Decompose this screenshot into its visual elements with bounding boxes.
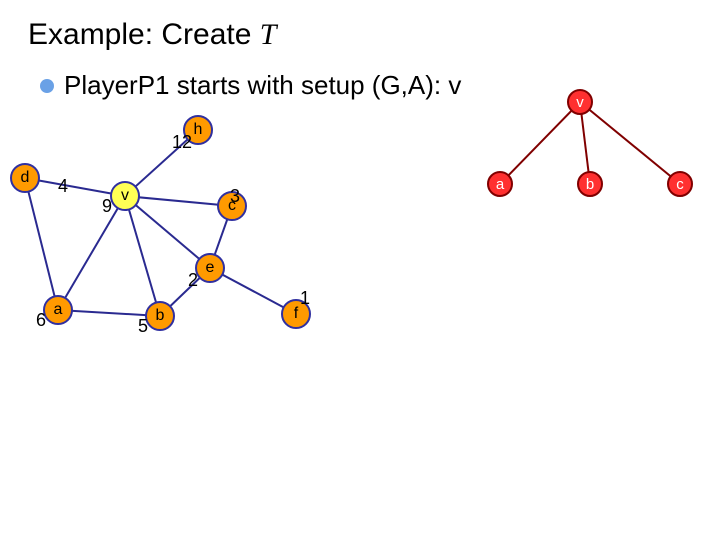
tree-node-v-label: v — [576, 94, 584, 111]
tree-node-a: a — [487, 171, 513, 197]
tree-node-c: c — [667, 171, 693, 197]
tree-node-c-label: c — [676, 176, 684, 193]
tree-T-edges — [0, 0, 720, 540]
tree-node-b-label: b — [586, 176, 594, 193]
tree-node-v: v — [567, 89, 593, 115]
tree-node-b: b — [577, 171, 603, 197]
tree-node-a-label: a — [496, 176, 504, 193]
